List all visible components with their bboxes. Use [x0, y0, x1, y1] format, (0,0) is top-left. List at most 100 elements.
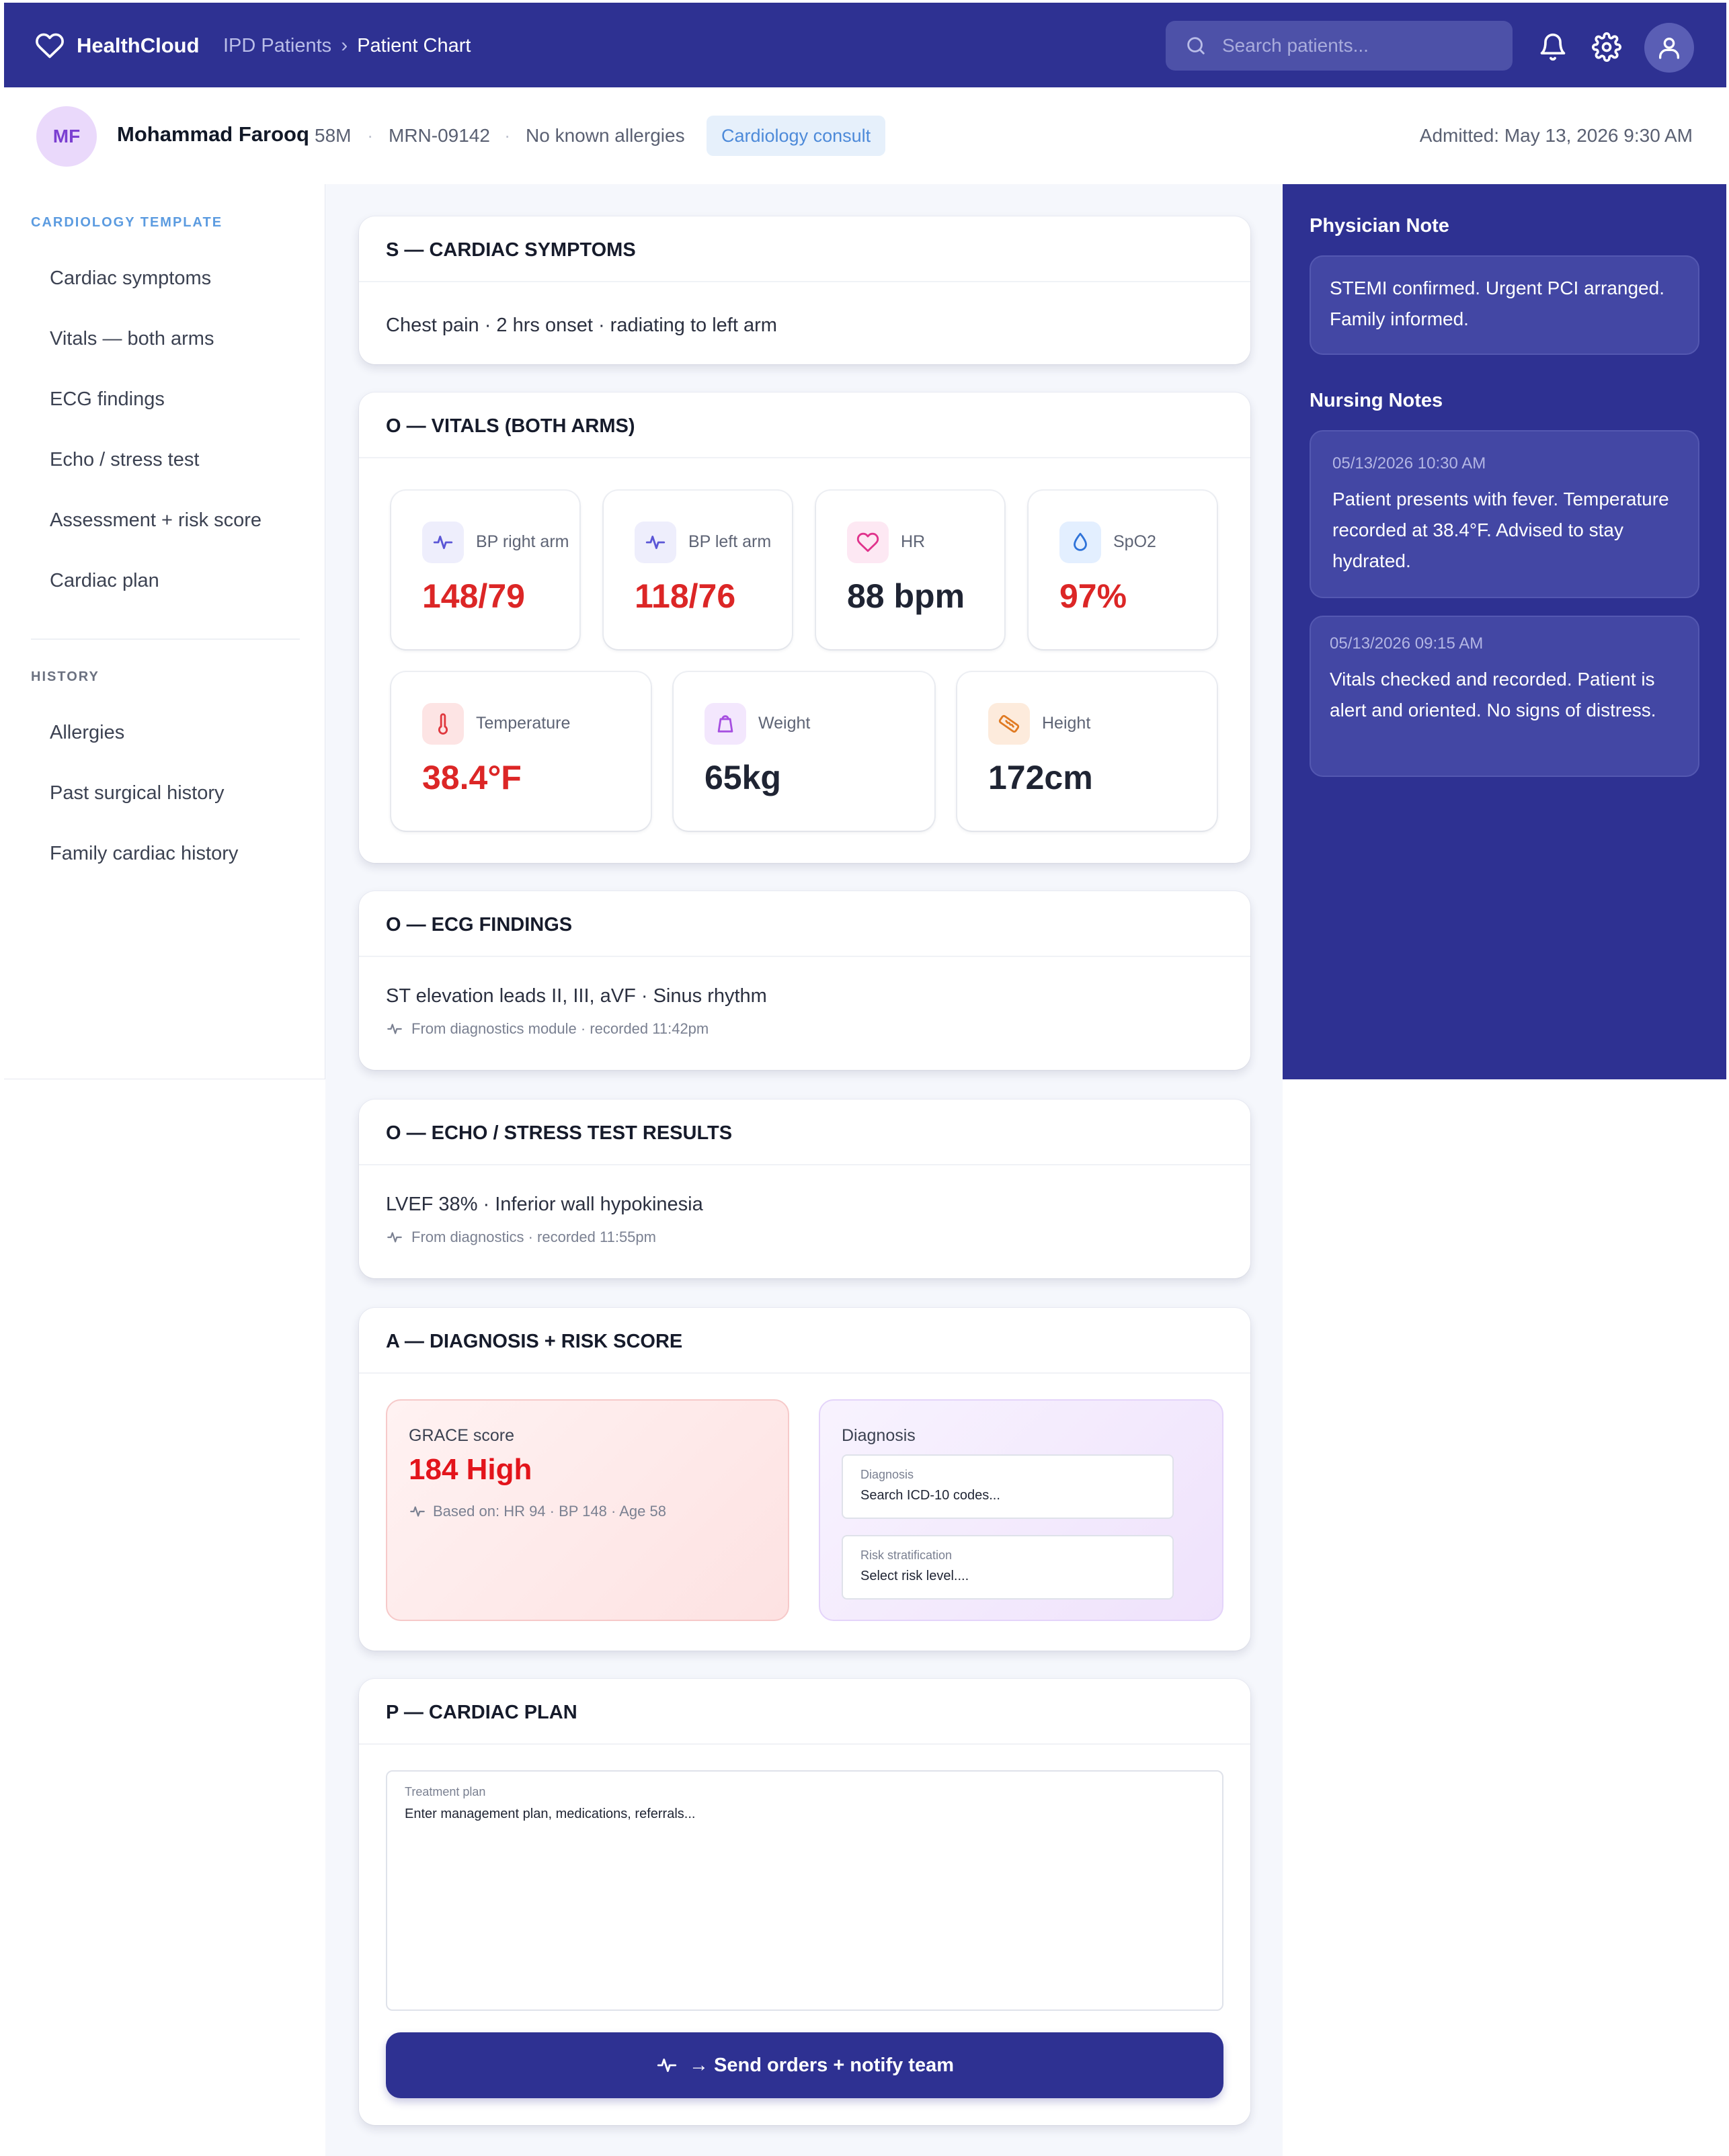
vital-label: SpO2: [1113, 532, 1156, 551]
patient-age-sex: 58M: [315, 125, 352, 146]
nursing-note-card: 05/13/2026 10:30 AM Patient presents wit…: [1310, 430, 1699, 598]
sidebar-item-echo[interactable]: Echo / stress test: [50, 449, 199, 471]
echo-source: From diagnostics · recorded 11:55pm: [386, 1229, 656, 1246]
breadcrumb: IPD Patients › Patient Chart: [223, 34, 471, 57]
nursing-note-time: 05/13/2026 10:30 AM: [1332, 454, 1486, 472]
search-icon: [1187, 37, 1205, 54]
divider: [359, 956, 1250, 957]
diagnosis-panel: Diagnosis Diagnosis Search ICD-10 codes.…: [819, 1399, 1223, 1621]
consult-badge: Cardiology consult: [707, 116, 886, 156]
divider: [359, 1372, 1250, 1374]
gear-icon[interactable]: [1592, 32, 1621, 62]
user-icon: [1659, 37, 1679, 59]
risk-stratification-field[interactable]: Risk stratification Select risk level...…: [842, 1535, 1174, 1600]
separator-dot: ·: [504, 125, 511, 146]
sidebar-item-ecg[interactable]: ECG findings: [50, 388, 165, 411]
vital-bp-left: BP left arm 118/76: [604, 491, 792, 649]
sidebar-item-cardiac-symptoms[interactable]: Cardiac symptoms: [50, 267, 211, 290]
breadcrumb-ipd-patients[interactable]: IPD Patients: [223, 35, 331, 57]
nursing-note-card: 05/13/2026 09:15 AM Vitals checked and r…: [1310, 616, 1699, 777]
vital-value: 88 bpm: [847, 577, 965, 615]
risk-field-label: Risk stratification: [860, 1548, 953, 1562]
vital-value: 148/79: [422, 577, 525, 615]
symptoms-card: S — CARDIAC SYMPTOMS Chest pain · 2 hrs …: [359, 216, 1250, 364]
activity-icon: [410, 1506, 425, 1517]
vital-label: BP left arm: [688, 532, 772, 551]
avatar: MF: [36, 106, 97, 167]
symptoms-title: S — CARDIAC SYMPTOMS: [386, 239, 636, 261]
vital-height: Height 172cm: [957, 672, 1217, 831]
vital-hr: HR 88 bpm: [816, 491, 1004, 649]
send-orders-label: → Send orders + notify team: [688, 2054, 954, 2076]
sidebar-heading-template: CARDIOLOGY TEMPLATE: [31, 215, 223, 230]
divider: [359, 1164, 1250, 1165]
symptoms-text: Chest pain · 2 hrs onset · radiating to …: [386, 315, 777, 336]
chevron-right-icon: ›: [341, 34, 348, 56]
search-placeholder: Search patients...: [1222, 35, 1369, 56]
vital-label: Weight: [758, 714, 811, 733]
nursing-note-text: Patient presents with fever. Temperature…: [1332, 489, 1669, 571]
vital-value: 97%: [1059, 577, 1127, 615]
sidebar-item-vitals[interactable]: Vitals — both arms: [50, 328, 214, 350]
droplet-icon: [1059, 522, 1101, 563]
brand[interactable]: HealthCloud: [35, 31, 200, 60]
treatment-plan-field[interactable]: Treatment plan Enter management plan, me…: [386, 1770, 1223, 2011]
ecg-source-text: From diagnostics module · recorded 11:42…: [411, 1020, 709, 1037]
ecg-title: O — ECG FINDINGS: [386, 914, 573, 936]
user-menu-button[interactable]: [1644, 23, 1694, 73]
sidebar-item-allergies[interactable]: Allergies: [50, 722, 124, 744]
vital-value: 38.4°F: [422, 759, 522, 796]
physician-note-text: STEMI confirmed. Urgent PCI arranged. Fa…: [1330, 278, 1664, 329]
ecg-source: From diagnostics module · recorded 11:42…: [386, 1020, 709, 1038]
diagnosis-field-label: Diagnosis: [860, 1468, 914, 1481]
diagnosis-field-value: Search ICD-10 codes...: [860, 1488, 1000, 1503]
assessment-card: A — DIAGNOSIS + RISK SCORE GRACE score 1…: [359, 1308, 1250, 1651]
vital-label: Height: [1042, 714, 1091, 733]
sidebar-item-family-cardiac[interactable]: Family cardiac history: [50, 843, 238, 865]
vital-spo2: SpO2 97%: [1029, 491, 1217, 649]
notes-panel: Physician Note STEMI confirmed. Urgent P…: [1283, 184, 1726, 1079]
echo-title: O — ECHO / STRESS TEST RESULTS: [386, 1122, 733, 1144]
patient-mrn: MRN-09142: [389, 125, 490, 146]
sidebar-heading-history: HISTORY: [31, 669, 99, 684]
echo-card: O — ECHO / STRESS TEST RESULTS LVEF 38% …: [359, 1100, 1250, 1278]
vital-bp-right: BP right arm 148/79: [391, 491, 579, 649]
sidebar-divider: [31, 638, 300, 640]
diagnosis-field[interactable]: Diagnosis Search ICD-10 codes...: [842, 1454, 1174, 1519]
nursing-note-time: 05/13/2026 09:15 AM: [1330, 634, 1484, 653]
vital-weight: Weight 65kg: [674, 672, 934, 831]
separator-dot: ·: [367, 125, 374, 146]
diagnosis-heading: Diagnosis: [842, 1426, 916, 1445]
sidebar-item-assessment[interactable]: Assessment + risk score: [50, 509, 262, 532]
risk-field-value: Select risk level....: [860, 1569, 969, 1583]
vital-label: BP right arm: [476, 532, 569, 551]
grace-basis-text: Based on: HR 94 · BP 148 · Age 58: [433, 1503, 666, 1520]
sidebar-item-past-surgical[interactable]: Past surgical history: [50, 782, 225, 804]
heart-icon: [847, 522, 889, 563]
thermometer-icon: [422, 703, 464, 745]
breadcrumb-patient-chart: Patient Chart: [357, 34, 471, 56]
grace-label: GRACE score: [409, 1426, 514, 1445]
divider: [359, 457, 1250, 458]
heart-logo-icon: [36, 33, 64, 58]
patient-name: Mohammad Farooq: [117, 122, 309, 146]
echo-text: LVEF 38% · Inferior wall hypokinesia: [386, 1194, 703, 1215]
sidebar-item-cardiac-plan[interactable]: Cardiac plan: [50, 570, 159, 592]
vital-label: Temperature: [476, 714, 571, 733]
bell-icon[interactable]: [1538, 32, 1568, 62]
treatment-plan-label: Treatment plan: [405, 1785, 486, 1798]
activity-icon: [387, 1232, 402, 1243]
vitals-card: O — VITALS (BOTH ARMS) BP right arm 148/…: [359, 392, 1250, 863]
vitals-title: O — VITALS (BOTH ARMS): [386, 415, 635, 437]
activity-icon: [657, 2059, 677, 2072]
admitted-date: Admitted: May 13, 2026 9:30 AM: [1419, 125, 1693, 146]
search-input[interactable]: Search patients...: [1166, 21, 1513, 71]
weight-icon: [705, 703, 746, 745]
vital-value: 65kg: [705, 759, 781, 796]
grace-basis: Based on: HR 94 · BP 148 · Age 58: [409, 1503, 666, 1520]
vital-label: HR: [901, 532, 926, 551]
brand-name: HealthCloud: [77, 34, 200, 57]
divider: [359, 1743, 1250, 1745]
nursing-notes-heading: Nursing Notes: [1310, 390, 1443, 411]
send-orders-button[interactable]: → Send orders + notify team: [386, 2032, 1223, 2098]
